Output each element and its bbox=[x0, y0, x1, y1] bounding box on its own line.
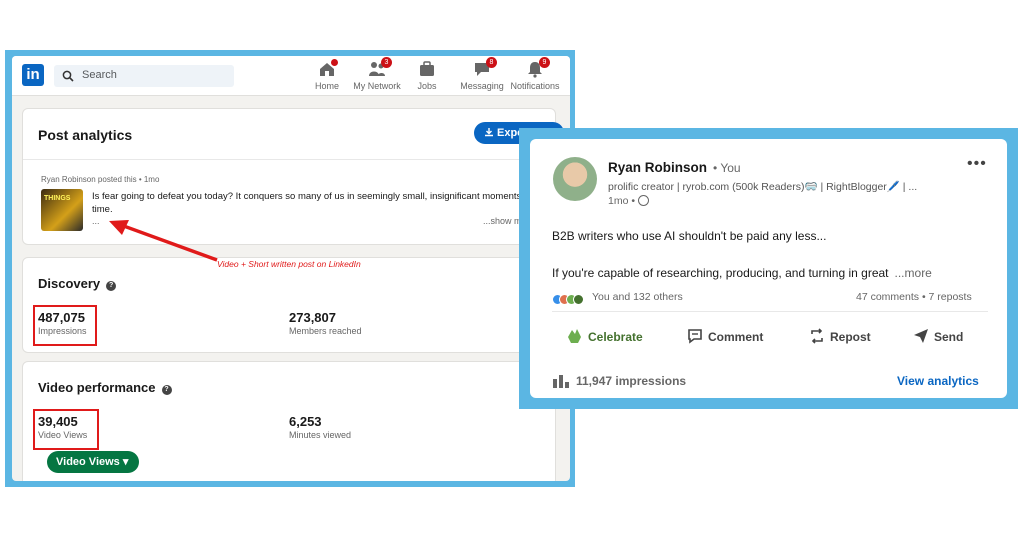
highlight-box bbox=[33, 409, 99, 450]
analytics-page: in Search Home 3 My Network Jobs 8 Messa… bbox=[12, 56, 570, 481]
messaging-icon: 8 bbox=[473, 57, 497, 78]
you-label: • You bbox=[713, 161, 741, 175]
post-stats[interactable]: 47 comments • 7 reposts bbox=[856, 291, 972, 303]
globe-icon bbox=[638, 195, 650, 206]
bar-chart-icon bbox=[553, 375, 569, 388]
video-performance-card: Video performance? 39,405 Video Views 6,… bbox=[22, 361, 556, 481]
search-icon bbox=[62, 70, 74, 82]
post-text: Is fear going to defeat you today? It co… bbox=[92, 191, 550, 215]
download-icon bbox=[485, 128, 493, 137]
discovery-title: Discovery? bbox=[38, 276, 117, 291]
repost-button[interactable]: Repost bbox=[808, 327, 871, 345]
clap-icon bbox=[568, 329, 581, 343]
post-body-line2: If you're capable of researching, produc… bbox=[552, 266, 932, 280]
view-analytics-link[interactable]: View analytics bbox=[897, 374, 979, 388]
discovery-card: Discovery? 487,075 Impressions 273,807 M… bbox=[22, 257, 556, 353]
highlight-box bbox=[33, 305, 97, 346]
support-icon bbox=[573, 294, 584, 305]
author-line: Ryan Robinson posted this • 1mo bbox=[41, 175, 160, 184]
send-button[interactable]: Send bbox=[912, 327, 963, 345]
comment-button[interactable]: Comment bbox=[686, 327, 763, 345]
annotation-text: Video + Short written post on LinkedIn bbox=[217, 259, 361, 269]
author-headline: prolific creator | ryrob.com (500k Reade… bbox=[608, 181, 918, 193]
top-nav: in Search Home 3 My Network Jobs 8 Messa… bbox=[12, 56, 570, 96]
post-screenshot-frame: Ryan Robinson • You ••• prolific creator… bbox=[519, 128, 1018, 409]
page-title: Post analytics bbox=[38, 127, 133, 143]
thumbnail-text: THINGS bbox=[44, 195, 71, 202]
comment-icon bbox=[688, 329, 702, 344]
nav-jobs[interactable]: Jobs bbox=[397, 60, 457, 91]
composite-image: in Search Home 3 My Network Jobs 8 Messa… bbox=[0, 0, 1024, 538]
help-icon[interactable]: ? bbox=[106, 281, 117, 291]
network-icon: 3 bbox=[368, 57, 392, 78]
minutes-metric: 6,253 Minutes viewed bbox=[289, 414, 351, 440]
avatar[interactable] bbox=[553, 157, 597, 201]
nav-notifications[interactable]: 9 Notifications bbox=[505, 57, 565, 91]
author-name[interactable]: Ryan Robinson bbox=[608, 160, 707, 175]
nav-messaging[interactable]: 8 Messaging bbox=[452, 57, 512, 91]
briefcase-icon bbox=[418, 60, 436, 78]
network-badge: 3 bbox=[381, 57, 392, 68]
impressions-summary: 11,947 impressions bbox=[552, 373, 686, 388]
bell-icon: 9 bbox=[526, 57, 550, 78]
post-time: 1mo • bbox=[608, 195, 650, 207]
send-icon bbox=[914, 329, 928, 343]
annotation-arrow bbox=[109, 220, 218, 262]
minutes-label: Minutes viewed bbox=[289, 430, 352, 440]
video-thumbnail[interactable]: THINGS bbox=[41, 189, 83, 231]
post-card: Ryan Robinson • You ••• prolific creator… bbox=[530, 139, 1007, 398]
members-metric: 273,807 Members reached bbox=[289, 310, 362, 336]
more-options-icon[interactable]: ••• bbox=[967, 155, 987, 173]
search-placeholder: Search bbox=[82, 69, 117, 81]
help-icon[interactable]: ? bbox=[161, 385, 172, 395]
notifications-badge: 9 bbox=[539, 57, 550, 68]
show-more-link[interactable]: ...show m bbox=[483, 216, 522, 226]
members-value: 273,807 bbox=[289, 310, 336, 325]
home-icon bbox=[318, 59, 338, 78]
messaging-badge: 8 bbox=[486, 57, 497, 68]
analytics-screenshot-frame: in Search Home 3 My Network Jobs 8 Messa… bbox=[5, 50, 575, 487]
linkedin-logo[interactable]: in bbox=[22, 64, 44, 86]
repost-icon bbox=[811, 328, 823, 344]
video-views-dropdown[interactable]: Video Views ▾ bbox=[47, 451, 139, 473]
post-ellipsis: ... bbox=[92, 216, 100, 226]
search-box[interactable]: Search bbox=[54, 65, 234, 87]
divider bbox=[552, 311, 988, 312]
more-link[interactable]: ...more bbox=[895, 266, 932, 280]
reactors-text[interactable]: You and 132 others bbox=[592, 291, 683, 303]
video-title: Video performance? bbox=[38, 380, 172, 395]
post-body-line1: B2B writers who use AI shouldn't be paid… bbox=[552, 229, 827, 243]
nav-label: Messaging bbox=[460, 81, 504, 91]
celebrate-button[interactable]: Celebrate bbox=[564, 327, 643, 345]
post-analytics-card: Post analytics Expo Ryan Robinson posted… bbox=[22, 108, 564, 245]
nav-label: Notifications bbox=[510, 81, 560, 91]
members-label: Members reached bbox=[289, 326, 362, 336]
divider bbox=[23, 159, 555, 160]
minutes-value: 6,253 bbox=[289, 414, 322, 429]
reaction-icons[interactable] bbox=[552, 292, 584, 310]
nav-label: Jobs bbox=[417, 81, 437, 91]
